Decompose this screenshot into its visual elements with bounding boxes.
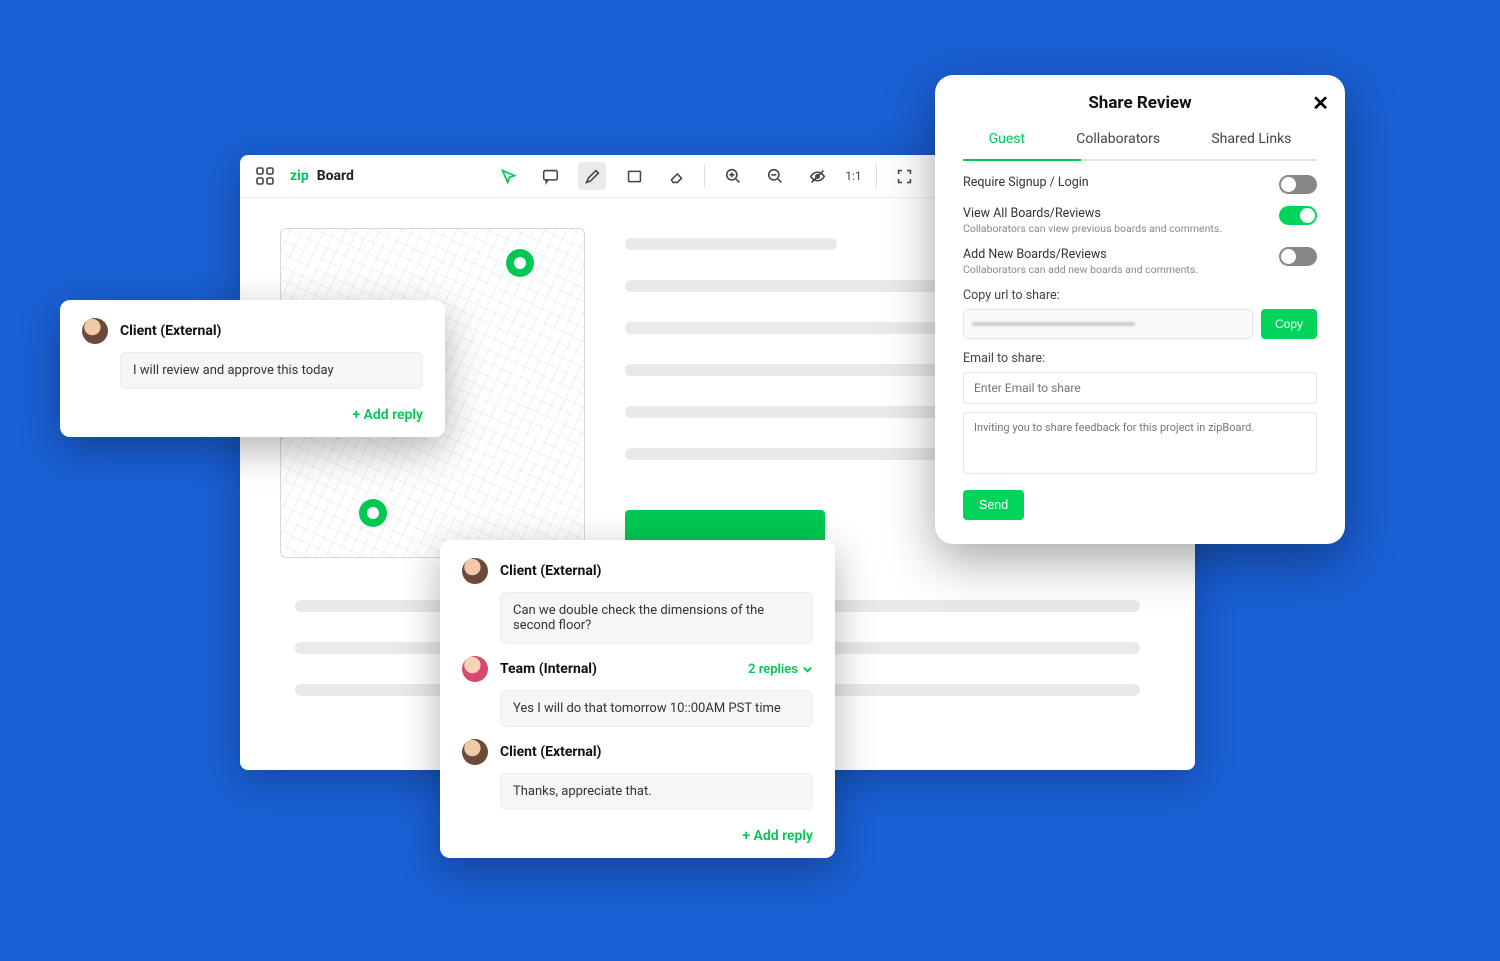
comment-body: I will review and approve this today — [120, 352, 423, 389]
field-label: Copy url to share: — [963, 288, 1317, 303]
email-field[interactable] — [963, 372, 1317, 404]
message-field[interactable] — [963, 412, 1317, 474]
zoom-in-icon[interactable] — [719, 162, 747, 190]
setting-description: Collaborators can add new boards and com… — [963, 263, 1198, 276]
annotation-pin[interactable] — [506, 249, 534, 277]
pointer-tool-icon[interactable] — [494, 162, 522, 190]
zoom-ratio[interactable]: 1:1 — [845, 169, 861, 183]
avatar — [462, 656, 488, 682]
pencil-tool-icon[interactable] — [578, 162, 606, 190]
toolbar-divider — [704, 165, 705, 187]
close-icon[interactable]: ✕ — [1312, 91, 1329, 115]
zoom-out-icon[interactable] — [761, 162, 789, 190]
setting-label: View All Boards/Reviews — [963, 206, 1222, 221]
setting-description: Collaborators can view previous boards a… — [963, 222, 1222, 235]
view-all-toggle[interactable] — [1279, 206, 1317, 225]
tab-collaborators[interactable]: Collaborators — [1072, 125, 1164, 153]
app-grid-icon[interactable] — [256, 167, 274, 185]
share-url-field[interactable] — [963, 309, 1253, 339]
add-reply-button[interactable]: + Add reply — [462, 822, 813, 844]
avatar — [462, 739, 488, 765]
modal-title: Share Review — [963, 93, 1317, 113]
toolbar-divider — [876, 165, 877, 187]
comment-popover: Client (External) I will review and appr… — [60, 300, 445, 437]
comment-author: Client (External) — [120, 323, 221, 339]
avatar — [462, 558, 488, 584]
avatar — [82, 318, 108, 344]
fullscreen-icon[interactable] — [891, 162, 919, 190]
tab-guest[interactable]: Guest — [985, 125, 1029, 153]
field-label: Email to share: — [963, 351, 1317, 366]
replies-toggle[interactable]: 2 replies — [748, 662, 813, 677]
comment-author: Client (External) — [500, 744, 601, 760]
comment-tool-icon[interactable] — [536, 162, 564, 190]
visibility-off-icon[interactable] — [803, 162, 831, 190]
rectangle-tool-icon[interactable] — [620, 162, 648, 190]
comment-body: Thanks, appreciate that. — [500, 773, 813, 810]
require-signup-toggle[interactable] — [1279, 175, 1317, 194]
tab-shared-links[interactable]: Shared Links — [1207, 125, 1295, 153]
tab-indicator — [963, 159, 1317, 161]
app-logo: zipBoard — [290, 168, 354, 184]
add-reply-button[interactable]: + Add reply — [82, 401, 423, 423]
send-button[interactable]: Send — [963, 490, 1024, 520]
setting-label: Require Signup / Login — [963, 175, 1089, 190]
comment-author: Team (Internal) — [500, 661, 597, 677]
comment-thread-popover: Client (External) Can we double check th… — [440, 540, 835, 858]
add-new-toggle[interactable] — [1279, 247, 1317, 266]
comment-body: Can we double check the dimensions of th… — [500, 592, 813, 644]
eraser-tool-icon[interactable] — [662, 162, 690, 190]
comment-body: Yes I will do that tomorrow 10::00AM PST… — [500, 690, 813, 727]
chevron-down-icon — [802, 664, 813, 675]
comment-author: Client (External) — [500, 563, 601, 579]
annotation-pin[interactable] — [359, 499, 387, 527]
share-review-modal: ✕ Share Review Guest Collaborators Share… — [935, 75, 1345, 544]
setting-label: Add New Boards/Reviews — [963, 247, 1198, 262]
copy-button[interactable]: Copy — [1261, 309, 1317, 339]
